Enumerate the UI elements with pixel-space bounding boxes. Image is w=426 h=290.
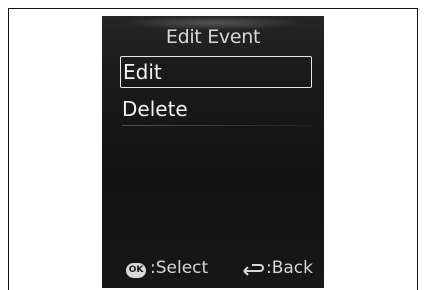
ok-button-icon: OK <box>126 263 146 278</box>
footer-hints: OK :Select :Back <box>102 258 324 282</box>
menu-item-edit[interactable]: Edit <box>120 56 312 88</box>
select-hint-label: :Select <box>150 258 209 278</box>
menu-item-delete[interactable]: Delete <box>120 94 312 126</box>
back-arrow-icon <box>238 261 266 279</box>
screen-title: Edit Event <box>165 26 261 48</box>
menu-divider <box>122 125 312 126</box>
display-screen: Edit Event Edit Delete OK :Select :Back <box>102 16 324 288</box>
back-hint-label: :Back <box>266 258 313 278</box>
